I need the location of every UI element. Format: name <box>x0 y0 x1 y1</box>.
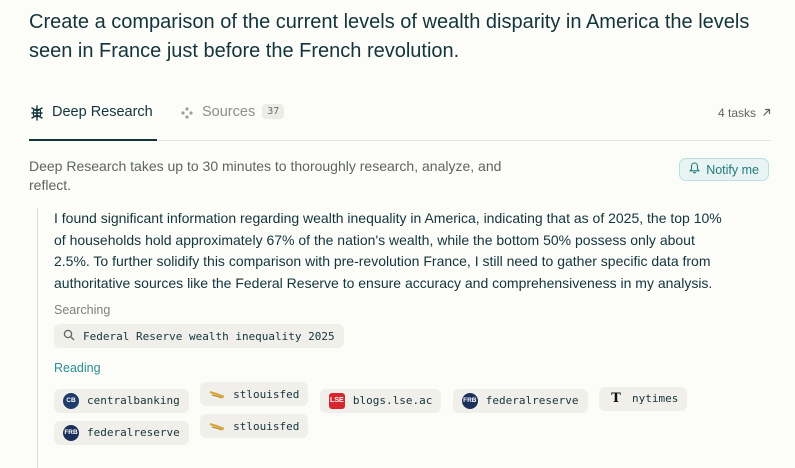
tab-bar: Deep Research Sources 37 4 tasks <box>29 100 771 141</box>
source-chip[interactable]: stlouisfed <box>200 382 309 406</box>
sources-count-badge: 37 <box>262 104 285 119</box>
research-page: Create a comparison of the current level… <box>0 0 795 468</box>
source-chip[interactable]: stlouisfed <box>200 414 309 438</box>
notify-me-label: Notify me <box>706 162 759 177</box>
source-name: centralbanking <box>87 394 180 407</box>
source-name: stlouisfed <box>233 387 300 401</box>
tab-deep-research[interactable]: Deep Research <box>29 104 157 141</box>
federalreserve-icon: FRB <box>461 392 478 409</box>
tasks-label: 4 tasks <box>717 106 756 120</box>
source-name: federalreserve <box>87 426 180 439</box>
stlouisfed-icon <box>209 418 225 434</box>
research-progress-panel: I found significant information regardin… <box>37 208 771 468</box>
searching-label: Searching <box>54 303 111 317</box>
nytimes-icon: T <box>611 391 621 406</box>
notify-me-button[interactable]: Notify me <box>679 158 769 181</box>
source-chip[interactable]: FRB federalreserve <box>452 388 588 413</box>
sources-row-2: FRB federalreserve stlouisfed <box>54 414 771 445</box>
search-query-text: Federal Reserve wealth inequality 2025 <box>83 329 335 343</box>
research-description: Deep Research takes up to 30 minutes to … <box>29 158 502 193</box>
source-name: stlouisfed <box>233 419 300 433</box>
search-query-chip[interactable]: Federal Reserve wealth inequality 2025 <box>54 324 344 348</box>
reading-label: Reading <box>54 361 101 375</box>
query-title: Create a comparison of the current level… <box>29 11 750 62</box>
arrow-up-right-icon <box>762 106 771 120</box>
stlouisfed-icon <box>209 386 225 402</box>
tab-sources[interactable]: Sources 37 <box>179 104 285 141</box>
federalreserve-icon: FRB <box>63 424 79 441</box>
source-name: blogs.lse.ac <box>352 394 433 407</box>
sources-icon <box>179 105 195 121</box>
bell-icon <box>689 162 701 177</box>
tab-sources-label: Sources <box>202 104 256 120</box>
deep-research-icon <box>29 105 45 121</box>
centralbanking-icon: CB <box>63 392 79 409</box>
search-icon <box>63 329 75 344</box>
source-name: nytimes <box>631 392 679 405</box>
tasks-link[interactable]: 4 tasks <box>718 106 771 120</box>
source-chip[interactable]: CB centralbanking <box>54 388 189 413</box>
tab-deep-research-label: Deep Research <box>52 104 153 120</box>
progress-summary: I found significant information regardin… <box>54 210 722 291</box>
sources-row-1: CB centralbanking stlouisfed LSE blogs.l… <box>54 382 771 413</box>
source-chip[interactable]: FRB federalreserve <box>54 420 189 445</box>
lse-icon: LSE <box>328 392 345 409</box>
source-chip[interactable]: LSE blogs.lse.ac <box>319 388 442 413</box>
search-query-row: Federal Reserve wealth inequality 2025 <box>54 324 771 348</box>
source-name: federalreserve <box>485 394 579 407</box>
source-chip[interactable]: T nytimes <box>598 386 688 411</box>
